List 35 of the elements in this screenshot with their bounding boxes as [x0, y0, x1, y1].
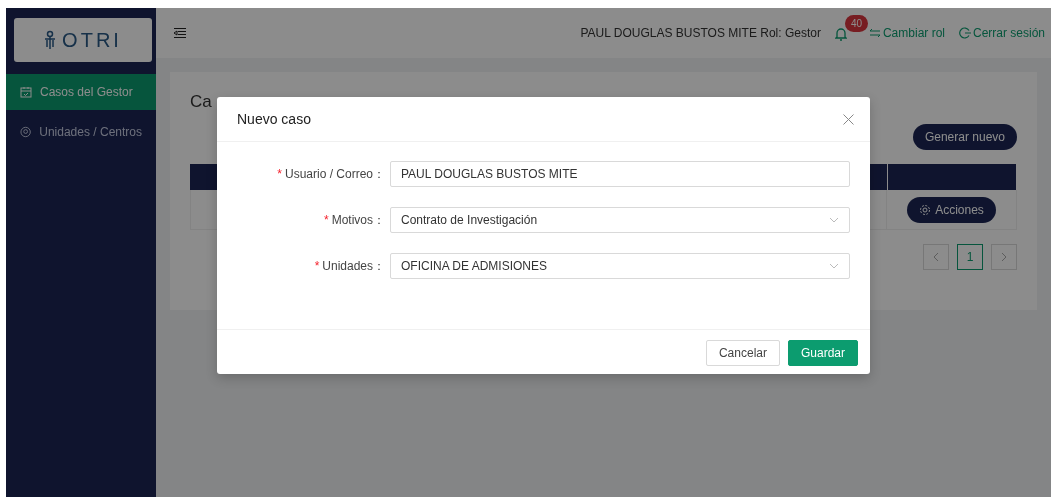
- close-button[interactable]: [843, 113, 854, 125]
- save-button[interactable]: Guardar: [787, 340, 858, 366]
- cancel-button[interactable]: Cancelar: [705, 340, 780, 366]
- menu-collapse-icon: [174, 28, 186, 38]
- sidebar-item[interactable]: Unidades / Centros: [6, 114, 156, 150]
- chevron-down-icon: [829, 263, 839, 269]
- logout-icon: [958, 27, 971, 39]
- select-field[interactable]: OFICINA DE ADMISIONES: [390, 253, 850, 279]
- swap-icon: [868, 27, 881, 39]
- logo-text: OTRI: [62, 28, 122, 53]
- location-pin-icon: [20, 126, 32, 138]
- user-info: PAUL DOUGLAS BUSTOS MITE Rol: Gestor: [580, 25, 821, 42]
- close-icon: [843, 113, 854, 125]
- generate-button[interactable]: Generar nuevo: [912, 124, 1017, 151]
- actions-button[interactable]: Acciones: [907, 196, 996, 223]
- required-marker: *: [324, 212, 329, 229]
- logo-icon: [44, 30, 57, 50]
- text-field[interactable]: PAUL DOUGLAS BUSTOS MITE: [390, 161, 850, 187]
- next-page-button[interactable]: [991, 244, 1017, 271]
- calendar-icon: [20, 86, 32, 98]
- required-marker: *: [314, 258, 320, 275]
- chevron-down-icon: [829, 217, 839, 223]
- bell-icon: [834, 26, 847, 41]
- chevron-right-icon: [1001, 252, 1007, 263]
- field-label: Motivos：: [331, 212, 385, 229]
- gear-icon: [919, 203, 932, 216]
- field-label: Usuario / Correo：: [284, 166, 385, 183]
- chevron-left-icon: [933, 252, 939, 263]
- previous-page-button[interactable]: [923, 244, 949, 271]
- select-field[interactable]: Contrato de Investigación: [390, 207, 850, 233]
- field-label: Unidades：: [322, 258, 385, 275]
- required-marker: *: [277, 166, 282, 183]
- notification-badge: 40: [844, 15, 869, 32]
- modal-title: Nuevo caso: [237, 109, 311, 129]
- page-title: Ca: [190, 92, 213, 113]
